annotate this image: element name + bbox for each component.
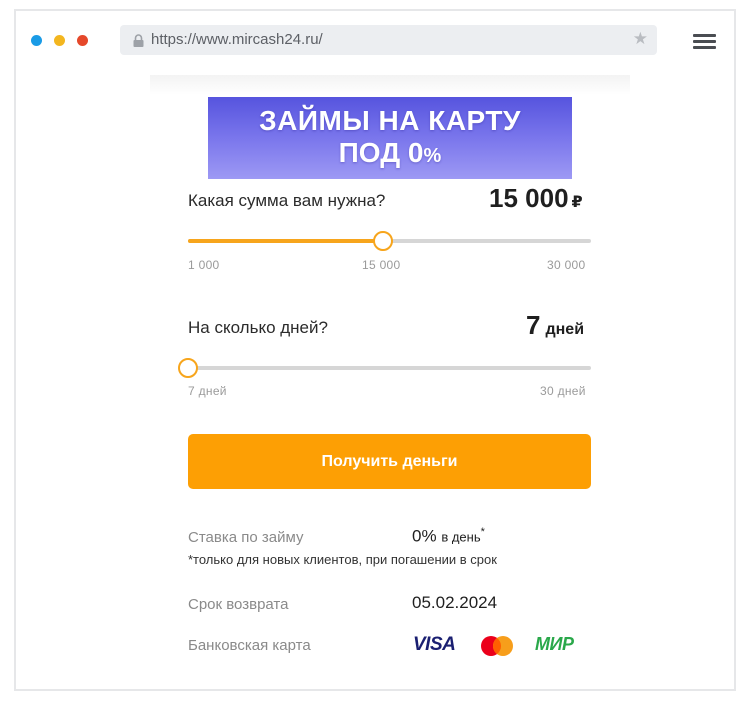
days-slider-track[interactable] bbox=[188, 366, 591, 370]
amount-max-label: 30 000 bbox=[547, 258, 586, 272]
banner-line-1: ЗАЙМЫ НА КАРТУ bbox=[259, 105, 521, 136]
url-text: https://www.mircash24.ru/ bbox=[151, 31, 323, 48]
rate-value-display: 0% в день* bbox=[412, 526, 485, 547]
amount-min-label: 1 000 bbox=[188, 258, 220, 272]
rate-unit: в день bbox=[441, 529, 481, 545]
days-question: На сколько дней? bbox=[188, 318, 328, 337]
window-dot-yellow bbox=[54, 35, 65, 46]
banner-line-2: ПОД 0% bbox=[208, 137, 572, 169]
amount-question: Какая сумма вам нужна? bbox=[188, 191, 386, 210]
rate-label: Ставка по займу bbox=[188, 529, 304, 546]
get-money-button[interactable]: Получить деньги bbox=[188, 434, 591, 489]
amount-value: 15 000 bbox=[489, 183, 569, 213]
card-label: Банковская карта bbox=[188, 637, 311, 654]
visa-logo: VISA bbox=[413, 634, 456, 655]
currency-symbol: ₽ bbox=[571, 194, 583, 211]
mastercard-logo bbox=[481, 636, 513, 656]
star-icon[interactable]: ★ bbox=[633, 29, 648, 49]
amount-slider-fill bbox=[188, 239, 383, 243]
days-min-label: 7 дней bbox=[188, 384, 227, 398]
rate-footnote: *только для новых клиентов, при погашени… bbox=[188, 552, 497, 567]
promo-banner[interactable]: ЗАЙМЫ НА КАРТУ ПОД 0% bbox=[208, 97, 572, 179]
rate-value: 0% bbox=[412, 526, 437, 546]
return-date: 05.02.2024 bbox=[412, 593, 498, 612]
days-value-display: 7 дней bbox=[526, 310, 584, 341]
header-strip bbox=[150, 75, 630, 95]
lock-icon bbox=[133, 34, 144, 47]
banner-line-2-main: ПОД 0 bbox=[338, 137, 424, 168]
amount-value-display: 15 000 ₽ bbox=[489, 183, 583, 214]
hamburger-menu-icon[interactable] bbox=[693, 34, 716, 50]
window-dot-red bbox=[77, 35, 88, 46]
rate-asterisk: * bbox=[480, 526, 485, 538]
return-label: Срок возврата bbox=[188, 596, 289, 613]
days-max-label: 30 дней bbox=[540, 384, 586, 398]
days-unit: дней bbox=[545, 321, 585, 338]
days-slider-handle[interactable] bbox=[178, 358, 198, 378]
window-dot-blue bbox=[31, 35, 42, 46]
amount-mid-label: 15 000 bbox=[362, 258, 401, 272]
banner-line-2-suffix: % bbox=[423, 145, 442, 167]
amount-slider-handle[interactable] bbox=[372, 231, 393, 251]
mir-logo: МИР bbox=[535, 634, 574, 654]
address-bar[interactable]: https://www.mircash24.ru/ ★ bbox=[120, 25, 657, 55]
days-value: 7 bbox=[526, 310, 541, 340]
